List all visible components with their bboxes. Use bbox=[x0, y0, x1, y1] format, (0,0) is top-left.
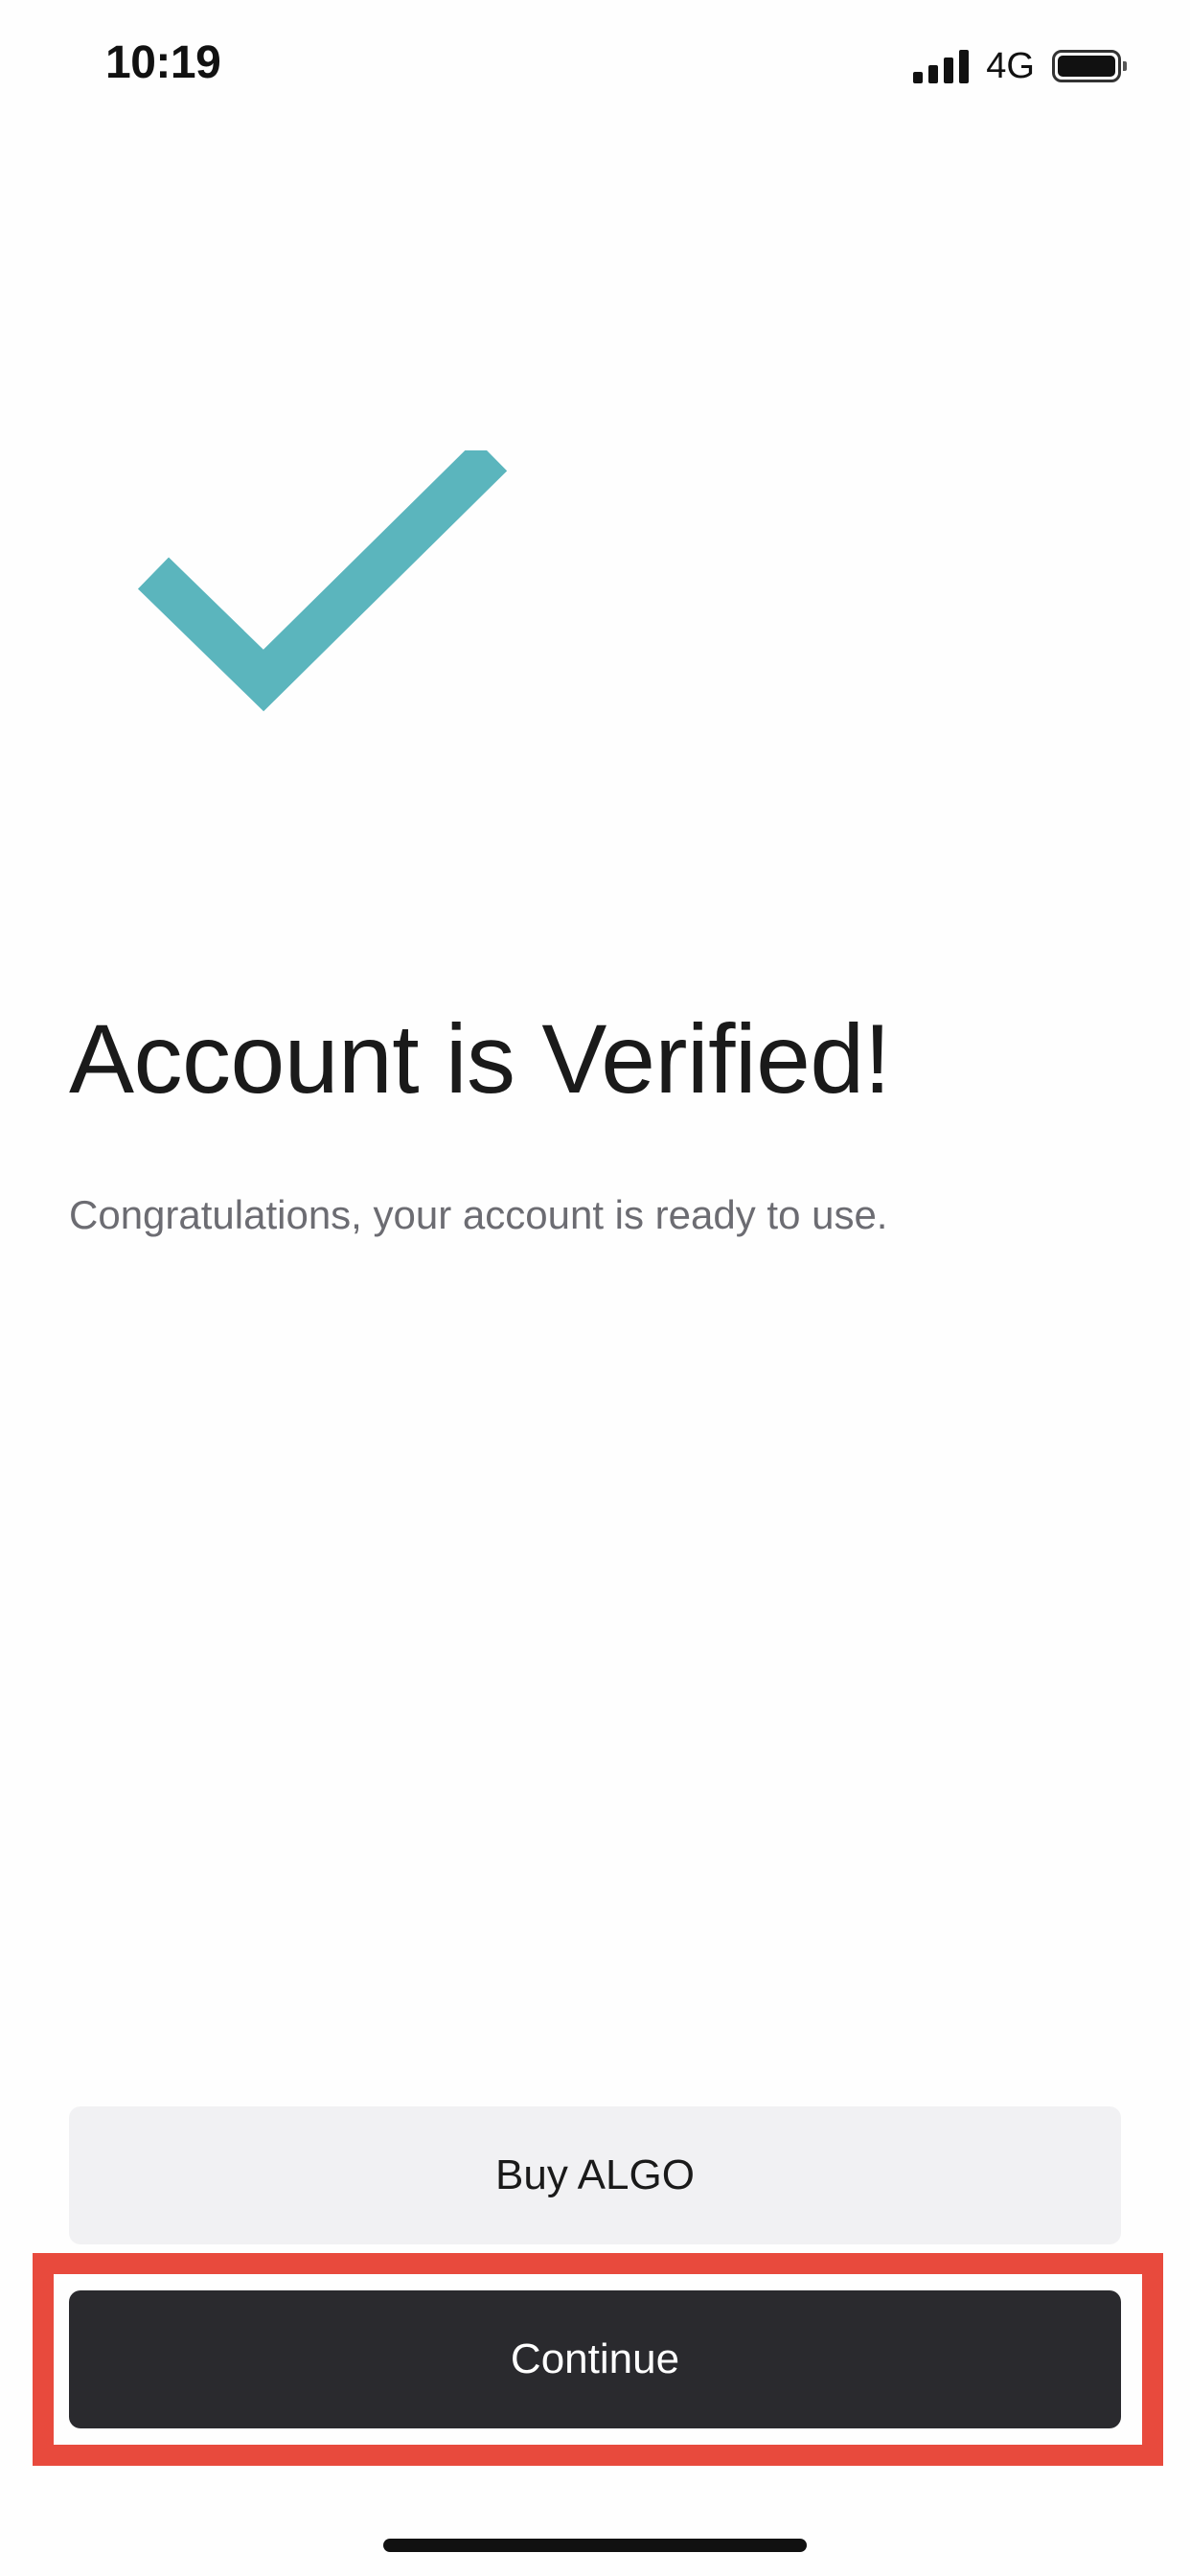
checkmark-icon bbox=[137, 450, 508, 712]
page-title: Account is Verified! bbox=[69, 1004, 891, 1114]
home-indicator[interactable] bbox=[383, 2539, 807, 2552]
page-subtitle: Congratulations, your account is ready t… bbox=[69, 1192, 888, 1237]
continue-button[interactable]: Continue bbox=[69, 2290, 1121, 2428]
signal-bars-icon bbox=[913, 49, 970, 83]
battery-full-icon bbox=[1052, 50, 1127, 82]
network-type: 4G bbox=[986, 46, 1035, 86]
buy-algo-button[interactable]: Buy ALGO bbox=[69, 2106, 1121, 2244]
status-bar: 10:19 4G bbox=[0, 0, 1190, 130]
verification-success-screen: 10:19 4G Account is Verified! Congratula… bbox=[0, 0, 1190, 2576]
status-indicators: 4G bbox=[913, 42, 1129, 90]
status-time: 10:19 bbox=[105, 37, 221, 88]
